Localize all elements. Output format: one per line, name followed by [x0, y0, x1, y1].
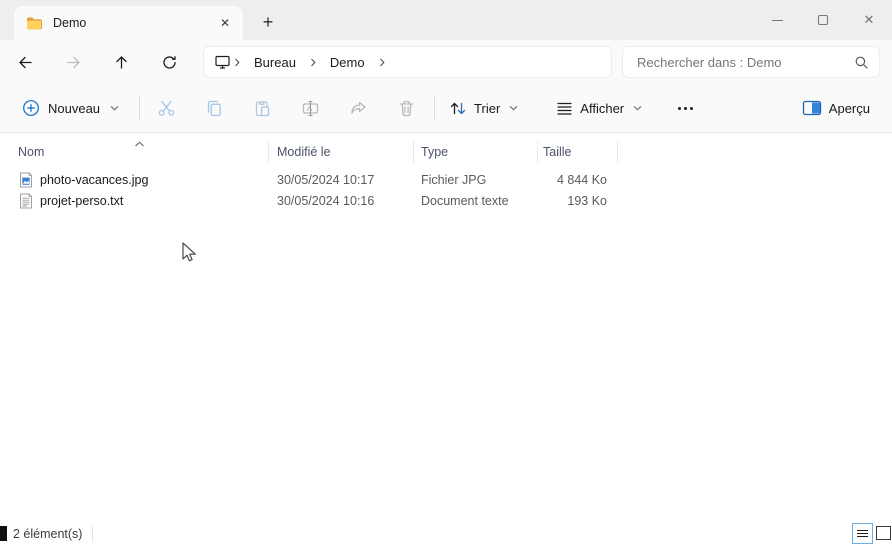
items-count: 2 élément(s): [13, 527, 83, 541]
column-divider[interactable]: [413, 141, 414, 163]
column-headers: Nom Modifié le Type Taille: [0, 139, 892, 166]
title-bar: Demo ✕ + ✕: [0, 0, 892, 40]
file-name: projet-perso.txt: [40, 194, 124, 208]
text-file-icon: [20, 193, 33, 209]
file-size: 4 844 Ko: [556, 173, 607, 187]
paste-icon: [255, 100, 269, 116]
column-divider[interactable]: [617, 141, 618, 163]
close-window-button[interactable]: ✕: [846, 0, 892, 40]
column-header-name[interactable]: Nom: [18, 145, 44, 159]
file-size: 193 Ko: [567, 194, 607, 208]
breadcrumb-item-bureau[interactable]: Bureau: [243, 51, 307, 74]
file-type: Fichier JPG: [421, 173, 487, 187]
view-button[interactable]: Afficher: [548, 95, 650, 122]
navigation-bar: Bureau Demo: [0, 40, 892, 84]
preview-button[interactable]: Aperçu: [794, 94, 878, 122]
search-input[interactable]: [635, 53, 854, 71]
sort-button-label: Trier: [474, 100, 501, 116]
status-bar: 2 élément(s): [0, 522, 892, 546]
chevron-right-icon: [231, 58, 243, 67]
back-button[interactable]: [9, 46, 41, 78]
cut-button[interactable]: [146, 90, 186, 126]
back-icon: [18, 56, 32, 68]
share-icon: [350, 101, 366, 114]
plus-circle-icon: [23, 100, 39, 116]
more-options-button[interactable]: [668, 99, 703, 118]
up-icon: [115, 55, 127, 69]
share-button[interactable]: [338, 90, 378, 126]
toolbar-divider: [139, 96, 141, 120]
new-button[interactable]: Nouveau: [14, 93, 127, 123]
column-divider[interactable]: [268, 141, 269, 163]
file-type: Document texte: [421, 194, 509, 208]
chevron-down-icon: [110, 105, 119, 111]
details-view-icon: [857, 530, 868, 531]
sort-button[interactable]: Trier: [441, 94, 526, 123]
window-controls: ✕: [754, 0, 892, 40]
chevron-down-icon: [633, 105, 642, 111]
copy-button[interactable]: [194, 90, 234, 126]
details-view-button[interactable]: [852, 523, 873, 544]
breadcrumb-item-demo[interactable]: Demo: [319, 51, 376, 74]
tab-demo[interactable]: Demo ✕: [14, 6, 243, 40]
file-modified: 30/05/2024 10:17: [277, 173, 375, 187]
tab-close-icon[interactable]: ✕: [213, 11, 237, 35]
minimize-icon: [771, 19, 783, 21]
new-tab-button[interactable]: +: [254, 8, 282, 36]
delete-icon: [399, 100, 413, 116]
search-icon: [855, 56, 868, 69]
image-file-icon: [20, 172, 33, 188]
rename-button[interactable]: [290, 90, 330, 126]
refresh-button[interactable]: [153, 46, 185, 78]
status-divider: [92, 526, 93, 542]
more-icon: [678, 106, 682, 110]
desktop-icon: [215, 55, 230, 69]
address-bar[interactable]: Bureau Demo: [203, 46, 612, 78]
chevron-right-icon: [376, 58, 388, 67]
view-button-label: Afficher: [580, 100, 625, 116]
sort-icon: [450, 102, 466, 114]
file-modified: 30/05/2024 10:16: [277, 194, 375, 208]
sort-ascending-icon: [134, 136, 145, 150]
chevron-right-icon: [307, 58, 319, 67]
up-button[interactable]: [105, 46, 137, 78]
refresh-icon: [162, 55, 176, 69]
file-name: photo-vacances.jpg: [40, 173, 149, 187]
column-header-size[interactable]: Taille: [543, 145, 572, 159]
mouse-cursor: [182, 242, 196, 262]
column-header-type[interactable]: Type: [421, 145, 448, 159]
minimize-button[interactable]: [754, 0, 800, 40]
chevron-down-icon: [509, 105, 518, 111]
file-row-projet-perso[interactable]: projet-perso.txt 30/05/2024 10:16 Docume…: [0, 191, 892, 213]
view-lines-icon: [557, 102, 572, 115]
close-icon: ✕: [863, 12, 875, 27]
command-toolbar: Nouveau Trier Afficher Aperçu: [0, 84, 892, 133]
copy-icon: [207, 100, 221, 116]
delete-button[interactable]: [386, 90, 426, 126]
forward-icon: [66, 56, 80, 68]
cut-icon: [158, 100, 174, 116]
maximize-icon: [818, 15, 828, 25]
new-button-label: Nouveau: [48, 100, 101, 116]
column-divider[interactable]: [537, 141, 538, 163]
large-icons-view-button[interactable]: [876, 526, 891, 540]
preview-icon: [802, 100, 821, 116]
rename-icon: [302, 100, 318, 116]
search-box: [622, 46, 880, 78]
forward-button[interactable]: [57, 46, 89, 78]
column-header-modified[interactable]: Modifié le: [277, 145, 331, 159]
tab-title: Demo: [53, 16, 87, 30]
toolbar-divider: [434, 96, 436, 120]
paste-button[interactable]: [242, 90, 282, 126]
preview-button-label: Aperçu: [828, 100, 870, 116]
file-row-photo-vacances[interactable]: photo-vacances.jpg 30/05/2024 10:17 Fich…: [0, 170, 892, 192]
folder-icon: [27, 17, 42, 30]
maximize-button[interactable]: [800, 0, 846, 40]
recording-marker: [0, 526, 7, 541]
